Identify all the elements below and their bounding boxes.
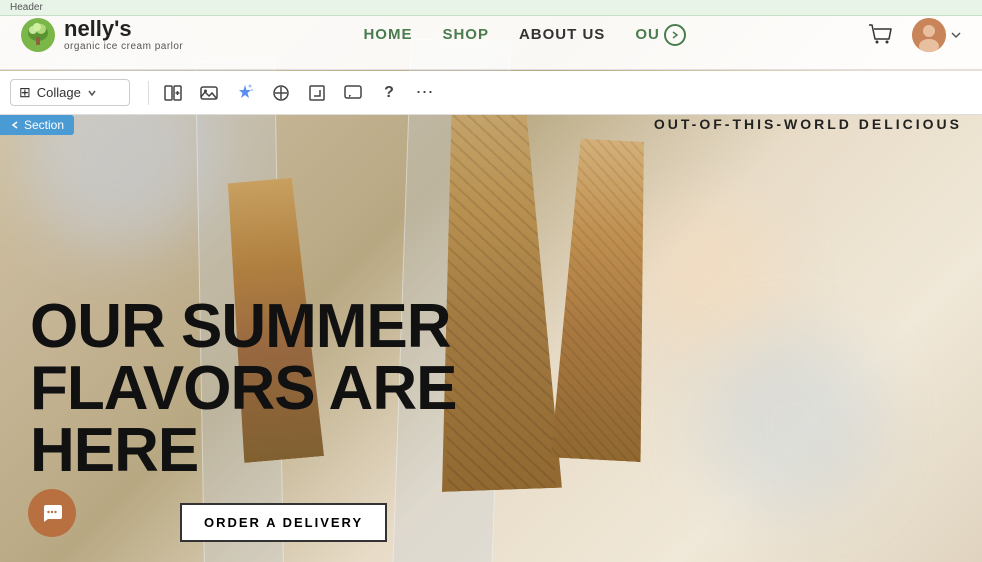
add-media-icon: [199, 83, 219, 103]
comment-icon: [343, 83, 363, 103]
collage-label: Collage: [37, 85, 81, 100]
nav-about[interactable]: ABOUT US: [519, 26, 605, 43]
cone-medium: [550, 138, 657, 462]
chat-button[interactable]: [28, 489, 76, 537]
logo-icon: [20, 17, 56, 53]
nav-shop[interactable]: SHOP: [442, 26, 489, 43]
header-label: Header: [10, 2, 43, 13]
section-tag[interactable]: Section: [0, 115, 74, 135]
nav-our: OU: [635, 26, 660, 43]
header-right: [866, 18, 962, 52]
order-delivery-button[interactable]: ORDER A DELIVERY: [180, 503, 387, 542]
logo-subtitle: organic ice cream parlor: [64, 41, 183, 52]
chat-icon: [40, 501, 64, 525]
chevron-right-icon: [670, 30, 680, 40]
section-chevron-left-icon: [10, 120, 20, 130]
add-section-button[interactable]: [157, 77, 189, 109]
add-media-button[interactable]: [193, 77, 225, 109]
cart-button[interactable]: [866, 20, 896, 50]
section-label: Section: [24, 118, 64, 132]
move-button[interactable]: [265, 77, 297, 109]
more-dots-icon: ⋯: [416, 82, 435, 103]
hero-headline: OUR SUMMER FLAVORS ARE HERE: [30, 296, 456, 482]
nav-menu: HOME SHOP ABOUT US OU: [363, 24, 685, 46]
logo-text-area: nelly's organic ice cream parlor: [64, 17, 183, 52]
avatar: [912, 18, 946, 52]
nav-chevron-right-icon[interactable]: [664, 24, 686, 46]
add-section-icon: [163, 83, 183, 103]
help-icon: ?: [384, 84, 394, 102]
editor-toolbar: ⊞ Collage: [0, 71, 982, 115]
hero-main-text: OUR SUMMER FLAVORS ARE HERE: [30, 296, 456, 482]
nav-home[interactable]: HOME: [363, 26, 412, 43]
logo-area: nelly's organic ice cream parlor: [20, 17, 183, 53]
more-button[interactable]: ⋯: [409, 77, 441, 109]
logo-name: nelly's: [64, 17, 183, 41]
resize-icon: [307, 83, 327, 103]
chevron-down-icon: [950, 29, 962, 41]
collage-chevron-down-icon: [87, 88, 97, 98]
comment-button[interactable]: [337, 77, 369, 109]
avatar-button[interactable]: [912, 18, 962, 52]
help-button[interactable]: ?: [373, 77, 405, 109]
ai-button[interactable]: [229, 77, 261, 109]
ai-icon: [235, 83, 255, 103]
cart-icon: [866, 20, 896, 50]
collage-dropdown[interactable]: ⊞ Collage: [10, 79, 130, 106]
tagline-2: OUT-OF-THIS-WORLD DELICIOUS: [654, 116, 962, 132]
move-icon: [271, 83, 291, 103]
editor-hint-bar: Header: [0, 0, 982, 16]
headline-line3: HERE: [30, 420, 456, 482]
resize-button[interactable]: [301, 77, 333, 109]
nav-more[interactable]: OU: [635, 24, 686, 46]
separator-1: [148, 81, 149, 105]
dropdown-grid-icon: ⊞: [19, 84, 31, 101]
avatar-icon: [912, 18, 946, 52]
headline-line1: OUR SUMMER: [30, 296, 456, 358]
headline-line2: FLAVORS ARE: [30, 358, 456, 420]
